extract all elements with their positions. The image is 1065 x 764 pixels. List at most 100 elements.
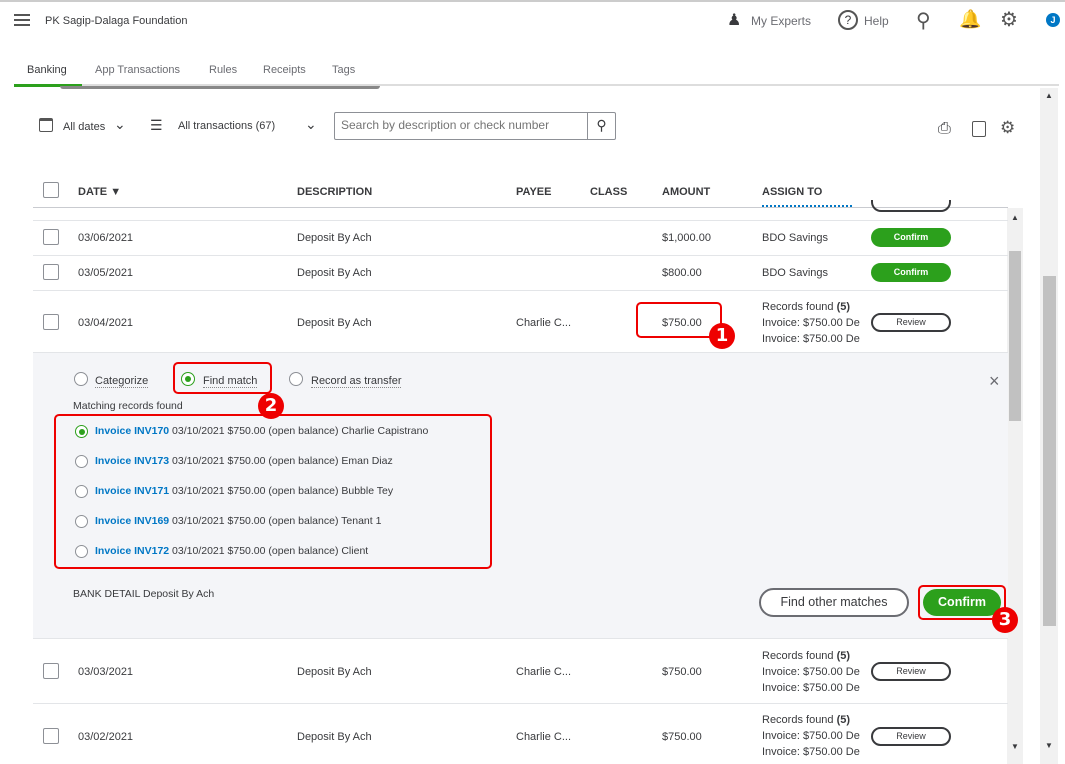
- scroll-up-icon[interactable]: ▲: [1011, 213, 1019, 222]
- row-description: Deposit By Ach: [297, 666, 372, 678]
- match-item[interactable]: Invoice INV171 03/10/2021 $750.00 (open …: [95, 485, 393, 497]
- help-icon[interactable]: ?: [838, 10, 858, 30]
- company-name: PK Sagip-Dalaga Foundation: [45, 15, 188, 27]
- my-experts-link[interactable]: My Experts: [751, 14, 811, 28]
- invoice-link[interactable]: Invoice: $750.00 De: [762, 317, 862, 329]
- row-checkbox[interactable]: [43, 663, 59, 679]
- row-checkbox[interactable]: [43, 229, 59, 245]
- menu-icon[interactable]: [14, 14, 30, 26]
- tab-tags[interactable]: Tags: [332, 64, 355, 76]
- review-button[interactable]: Review: [871, 313, 951, 332]
- search-input[interactable]: [335, 113, 585, 137]
- col-date[interactable]: DATE ▼: [78, 186, 121, 198]
- table-scroll-thumb[interactable]: [1009, 251, 1021, 421]
- match-invoice-link[interactable]: Invoice INV172: [95, 545, 169, 557]
- page-scroll-thumb[interactable]: [1043, 276, 1056, 626]
- gear-icon[interactable]: ⚙: [1000, 7, 1018, 32]
- invoice-link[interactable]: Invoice: $750.00 De: [762, 666, 862, 678]
- invoice-link[interactable]: Invoice: $750.00 De: [762, 682, 862, 694]
- row-checkbox[interactable]: [43, 728, 59, 744]
- row-amount: $1,000.00: [662, 232, 711, 244]
- review-button[interactable]: Review: [871, 727, 951, 746]
- categorize-radio[interactable]: [74, 372, 88, 386]
- match-item[interactable]: Invoice INV173 03/10/2021 $750.00 (open …: [95, 455, 393, 467]
- row-payee: Charlie C...: [516, 666, 572, 678]
- row-payee: Charlie C...: [516, 731, 572, 743]
- bank-detail: BANK DETAIL Deposit By Ach: [73, 588, 215, 600]
- col-class[interactable]: CLASS: [590, 186, 627, 198]
- transactions-filter[interactable]: All transactions (67): [178, 120, 275, 132]
- tab-app-transactions[interactable]: App Transactions: [95, 64, 180, 76]
- match-radio[interactable]: [75, 515, 88, 528]
- help-link[interactable]: Help: [864, 14, 889, 28]
- tab-rules[interactable]: Rules: [209, 64, 237, 76]
- row-date: 03/04/2021: [78, 317, 134, 329]
- match-invoice-link[interactable]: Invoice INV171: [95, 485, 169, 497]
- dates-filter[interactable]: All dates: [63, 121, 105, 133]
- col-payee[interactable]: PAYEE: [516, 186, 551, 198]
- records-found: Records found (5): [762, 714, 851, 726]
- scroll-up-icon[interactable]: ▲: [1045, 91, 1053, 100]
- match-invoice-link[interactable]: Invoice INV169: [95, 515, 169, 527]
- row-description: Deposit By Ach: [297, 232, 372, 244]
- row-date: 03/05/2021: [78, 267, 134, 279]
- row-description: Deposit By Ach: [297, 317, 372, 329]
- row-checkbox[interactable]: [43, 264, 59, 280]
- match-radio[interactable]: [75, 485, 88, 498]
- drawer-handle[interactable]: [60, 86, 380, 89]
- transfer-label[interactable]: Record as transfer: [311, 375, 402, 388]
- partial-row-button[interactable]: [871, 200, 951, 212]
- review-button[interactable]: Review: [871, 662, 951, 681]
- row-date: 03/03/2021: [78, 666, 134, 678]
- match-radio[interactable]: [75, 455, 88, 468]
- row-description: Deposit By Ach: [297, 731, 372, 743]
- bell-icon[interactable]: 🔔: [959, 9, 981, 30]
- settings-gear-icon[interactable]: ⚙: [1000, 118, 1015, 138]
- col-assign-to[interactable]: ASSIGN TO: [762, 186, 822, 198]
- match-radio[interactable]: [75, 545, 88, 558]
- avatar[interactable]: J: [1046, 13, 1060, 27]
- match-radio[interactable]: [75, 425, 88, 438]
- row-date: 03/02/2021: [78, 731, 134, 743]
- search-box[interactable]: ⚲: [334, 112, 616, 140]
- find-other-matches-button[interactable]: Find other matches: [759, 588, 909, 617]
- match-invoice-link[interactable]: Invoice INV173: [95, 455, 169, 467]
- invoice-link[interactable]: Invoice: $750.00 De: [762, 730, 862, 742]
- match-detail: 03/10/2021 $750.00 (open balance) Tenant…: [172, 515, 382, 527]
- close-icon[interactable]: ×: [989, 371, 1000, 392]
- match-detail: 03/10/2021 $750.00 (open balance) Bubble…: [172, 485, 394, 497]
- records-found: Records found (5): [762, 301, 851, 313]
- match-detail: 03/10/2021 $750.00 (open balance) Charli…: [172, 425, 429, 437]
- scroll-down-icon[interactable]: ▼: [1011, 742, 1019, 751]
- invoice-link[interactable]: Invoice: $750.00 De: [762, 746, 862, 758]
- match-item[interactable]: Invoice INV172 03/10/2021 $750.00 (open …: [95, 545, 368, 557]
- confirm-button[interactable]: Confirm: [871, 263, 951, 282]
- row-checkbox[interactable]: [43, 314, 59, 330]
- categorize-label[interactable]: Categorize: [95, 375, 149, 388]
- matching-label: Matching records found: [73, 400, 183, 412]
- invoice-link[interactable]: Invoice: $750.00 De: [762, 333, 862, 345]
- export-icon[interactable]: [972, 121, 986, 137]
- row-assign-to[interactable]: BDO Savings: [762, 267, 828, 279]
- transfer-radio[interactable]: [289, 372, 303, 386]
- match-invoice-link[interactable]: Invoice INV170: [95, 425, 169, 437]
- confirm-button[interactable]: Confirm: [871, 228, 951, 247]
- select-all-checkbox[interactable]: [43, 182, 59, 198]
- match-item[interactable]: Invoice INV169 03/10/2021 $750.00 (open …: [95, 515, 381, 527]
- header-divider: [33, 207, 1008, 208]
- row-assign-to[interactable]: BDO Savings: [762, 232, 828, 244]
- row-date: 03/06/2021: [78, 232, 134, 244]
- tab-banking[interactable]: Banking: [27, 64, 67, 76]
- match-item[interactable]: Invoice INV170 03/10/2021 $750.00 (open …: [95, 425, 428, 437]
- chevron-down-icon[interactable]: ⌄: [114, 116, 126, 133]
- search-icon[interactable]: ⚲: [916, 8, 931, 33]
- scroll-down-icon[interactable]: ▼: [1045, 741, 1053, 750]
- filter-sliders-icon[interactable]: ☰: [150, 117, 163, 134]
- print-icon[interactable]: ⎙: [938, 120, 951, 138]
- col-amount[interactable]: AMOUNT: [662, 186, 710, 198]
- row-description: Deposit By Ach: [297, 267, 372, 279]
- search-icon[interactable]: ⚲: [587, 113, 615, 139]
- tab-receipts[interactable]: Receipts: [263, 64, 306, 76]
- col-description[interactable]: DESCRIPTION: [297, 186, 372, 198]
- chevron-down-icon[interactable]: ⌄: [305, 116, 317, 133]
